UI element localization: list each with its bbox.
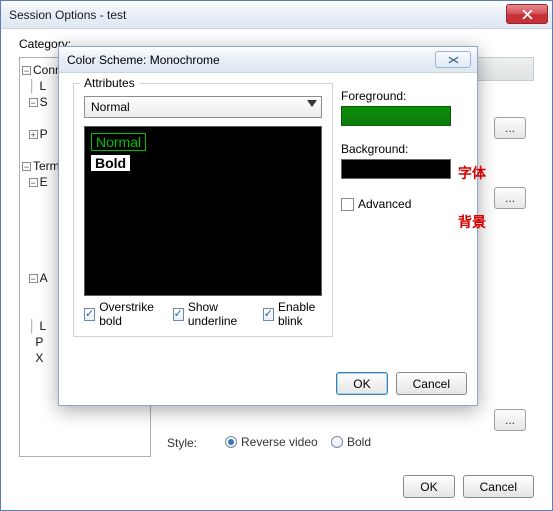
tree-collapse-icon[interactable]: − — [22, 162, 31, 171]
radio-bold[interactable]: Bold — [331, 435, 371, 449]
radio-reverse-video[interactable]: Reverse video — [225, 435, 318, 449]
background-swatch[interactable] — [341, 159, 451, 179]
tree-item[interactable]: P — [40, 127, 48, 141]
checkbox-icon — [263, 308, 274, 321]
tree-item[interactable]: P — [35, 335, 43, 349]
ok-button[interactable]: OK — [403, 475, 454, 498]
cancel-button[interactable]: Cancel — [396, 372, 467, 395]
combo-value: Normal — [91, 100, 130, 114]
cancel-button[interactable]: Cancel — [463, 475, 534, 498]
tree-expand-icon[interactable]: + — [29, 130, 38, 139]
tree-collapse-icon[interactable]: − — [29, 274, 38, 283]
tree-item[interactable]: L — [40, 79, 47, 93]
ellipsis-button[interactable]: ... — [494, 187, 526, 209]
color-panel: Foreground: Background: Advanced — [341, 83, 463, 211]
preview-area: Normal Bold — [84, 126, 322, 296]
annotation-background: 背景 — [458, 212, 486, 232]
preview-normal: Normal — [91, 133, 146, 151]
tree-collapse-icon[interactable]: − — [29, 98, 38, 107]
checkbox-icon — [84, 308, 95, 321]
ellipsis-button[interactable]: ... — [494, 409, 526, 431]
checkbox-overstrike-bold[interactable]: Overstrike bold — [84, 300, 157, 328]
tree-item[interactable]: X — [35, 351, 43, 365]
close-icon[interactable] — [435, 51, 471, 68]
close-icon[interactable] — [506, 4, 548, 24]
checkbox-icon — [173, 308, 184, 321]
parent-titlebar: Session Options - test — [1, 1, 552, 29]
tree-collapse-icon[interactable]: − — [29, 178, 38, 187]
background-label: Background: — [341, 142, 463, 156]
radio-dot-icon — [331, 436, 343, 448]
annotation-foreground: 字体 — [458, 163, 486, 183]
checkbox-icon[interactable] — [341, 198, 354, 211]
radio-dot-icon — [225, 436, 237, 448]
ok-button[interactable]: OK — [336, 372, 387, 395]
checkbox-enable-blink[interactable]: Enable blink — [263, 300, 324, 328]
attributes-combo[interactable]: Normal — [84, 96, 322, 118]
dialog-titlebar: Color Scheme: Monochrome — [59, 47, 477, 73]
chevron-down-icon — [307, 100, 317, 107]
style-label: Style: — [167, 436, 197, 450]
dialog-title: Color Scheme: Monochrome — [67, 53, 220, 67]
checkbox-show-underline[interactable]: Show underline — [173, 300, 247, 328]
tree-item[interactable]: A — [40, 271, 48, 285]
color-scheme-dialog: Color Scheme: Monochrome Attributes Norm… — [58, 46, 478, 406]
advanced-label[interactable]: Advanced — [358, 197, 411, 211]
tree-item[interactable]: L — [40, 319, 47, 333]
foreground-label: Foreground: — [341, 89, 463, 103]
ellipsis-button[interactable]: ... — [494, 117, 526, 139]
tree-item[interactable]: S — [40, 95, 48, 109]
foreground-swatch[interactable] — [341, 106, 451, 126]
tree-collapse-icon[interactable]: − — [22, 66, 31, 75]
preview-bold: Bold — [91, 155, 130, 171]
tree-item[interactable]: E — [40, 175, 48, 189]
attributes-legend: Attributes — [80, 76, 139, 90]
attributes-group: Attributes Normal Normal Bold Overstrike… — [73, 83, 333, 337]
parent-title: Session Options - test — [9, 8, 126, 22]
tree-item-terminal[interactable]: Term — [33, 159, 60, 173]
